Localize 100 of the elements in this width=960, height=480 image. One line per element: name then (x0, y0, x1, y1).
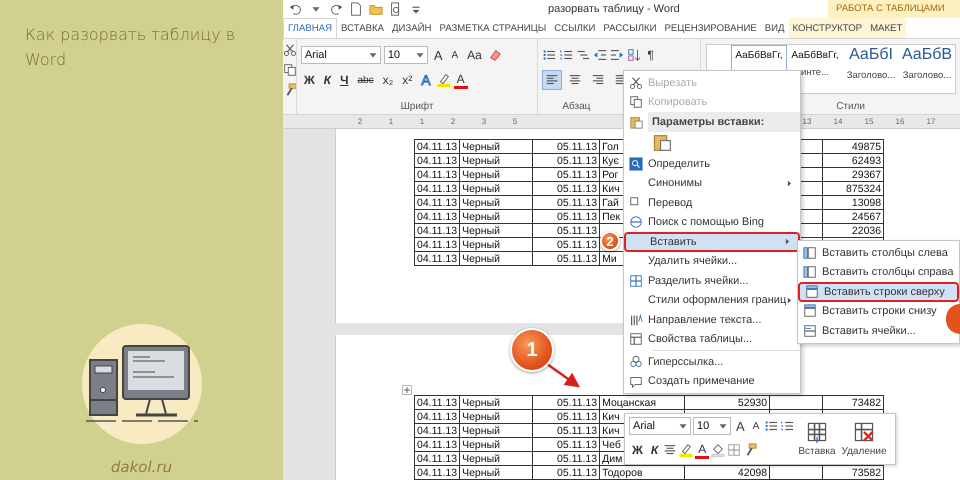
font-name-field[interactable]: Arial (300, 46, 381, 64)
menu-item[interactable]: Определить (624, 154, 800, 174)
clipboard-icon[interactable] (652, 132, 674, 154)
toolbar-button[interactable]: Удаление (840, 421, 889, 457)
name-cell: Кує (602, 154, 619, 166)
menu-item[interactable]: Вставить (624, 232, 800, 252)
menu-item[interactable]: Синонимы (624, 174, 800, 193)
align-left-icon (545, 73, 560, 87)
font-size-field[interactable]: 10 (693, 417, 731, 435)
numbering-icon[interactable] (559, 48, 574, 62)
text-effects-button[interactable]: A (418, 70, 434, 90)
superscript-button[interactable]: x² (399, 70, 416, 90)
font-name-field[interactable]: Arial (629, 417, 691, 435)
show-marks-button[interactable]: ¶ (644, 45, 657, 65)
menu-item[interactable]: Направление текста... (624, 310, 800, 330)
name-cell: Дим (602, 452, 622, 464)
ribbon-tab[interactable]: ГЛАВНАЯ (283, 18, 338, 38)
ruler-number: 5 (512, 117, 518, 126)
change-case-button[interactable]: Aa (464, 45, 485, 65)
date-cell: 04.11.13 (417, 154, 458, 166)
grow-font-button[interactable]: A (733, 416, 748, 436)
align-button[interactable] (542, 70, 562, 90)
indent-icon[interactable] (610, 48, 624, 62)
multilevel-icon[interactable] (576, 48, 590, 62)
menu-item[interactable]: Перевод (624, 193, 800, 212)
font-size-field[interactable]: 10 (384, 46, 428, 64)
date-cell: 05.11.13 (557, 252, 598, 264)
menu-item[interactable]: Гиперссылка... (624, 352, 800, 372)
menu-section-header: Параметры вставки: (648, 112, 800, 132)
table-delete-icon (853, 421, 876, 443)
grow-font-button[interactable]: A (430, 45, 446, 65)
subscript-button[interactable]: x₂ (380, 70, 396, 90)
menu-item[interactable]: Вставить строки сверху (798, 282, 959, 302)
underline-button[interactable]: Ч (337, 70, 352, 90)
strikethrough-button[interactable]: abc (354, 70, 377, 90)
submenu-arrow-icon (785, 296, 794, 305)
dictionary-search-icon (629, 156, 643, 171)
menu-item[interactable]: Вставить столбцы слева (798, 243, 959, 262)
number-cell: 29367 (852, 168, 882, 180)
name-cell: Гай (602, 196, 619, 208)
ruler-number: 1 (418, 117, 426, 126)
copy-icon[interactable] (283, 63, 296, 77)
align-right-icon (591, 73, 606, 87)
new-document-icon[interactable] (349, 2, 363, 16)
date-cell: 04.11.13 (417, 396, 458, 408)
ribbon-tab[interactable]: КОНСТРУКТОР (788, 18, 866, 38)
bullets-icon[interactable] (542, 48, 556, 62)
italic-button[interactable]: К (320, 70, 334, 90)
menu-item[interactable]: Стили оформления границ (624, 290, 800, 310)
bullets-icon[interactable] (764, 419, 778, 433)
folder-icon[interactable] (369, 2, 383, 16)
undo-icon[interactable] (289, 2, 303, 16)
scissors-icon[interactable] (283, 43, 296, 57)
group-label: Стили (836, 101, 865, 112)
bold-button[interactable]: Ж (300, 70, 318, 90)
redo-icon[interactable] (329, 2, 343, 16)
insert-column-icon (803, 265, 817, 280)
shrink-font-button[interactable]: A (448, 45, 462, 65)
submenu-arrow-icon (785, 178, 794, 188)
ruler-number: 13 (802, 117, 812, 126)
shrink-font-button[interactable]: A (750, 416, 762, 436)
name-cell: Кич (602, 410, 620, 422)
highlighter-icon[interactable] (436, 73, 451, 87)
date-cell: 04.11.13 (417, 168, 458, 180)
link-icon (629, 354, 643, 369)
date-cell: 04.11.13 (417, 140, 458, 152)
text-cell: Черный (462, 410, 500, 422)
paint-bucket-icon[interactable] (711, 443, 726, 457)
numbering-icon[interactable] (780, 419, 794, 433)
toolbar-button[interactable]: Вставка (796, 421, 838, 457)
highlighter-icon[interactable] (679, 443, 694, 457)
align-center-icon[interactable] (663, 443, 678, 457)
menu-item[interactable]: Разделить ячейки... (624, 271, 800, 290)
name-cell: Кич (602, 182, 620, 194)
ruler-number: 2 (356, 117, 364, 126)
menu-item[interactable]: Удалить ячейки... (624, 252, 800, 271)
align-center-icon (568, 73, 582, 87)
font-color-button[interactable]: A (454, 71, 468, 89)
eraser-icon[interactable] (488, 48, 502, 62)
sort-icon[interactable] (627, 48, 642, 62)
menu-item[interactable]: Создать примечание (624, 372, 800, 391)
number-cell: 24567 (852, 210, 882, 222)
name-cell: Чеб (602, 438, 621, 450)
move-handle-icon[interactable] (402, 385, 412, 395)
outdent-icon[interactable] (593, 48, 608, 62)
menu-item[interactable]: Вставить столбцы справа (798, 262, 959, 282)
number-cell: 13098 (852, 196, 882, 208)
font-color-button[interactable]: A (695, 441, 710, 459)
italic-button[interactable]: К (648, 440, 662, 460)
date-cell: 04.11.13 (417, 238, 458, 250)
date-cell: 05.11.13 (557, 452, 598, 464)
bold-button[interactable]: Ж (629, 440, 646, 460)
text-cell: Черный (462, 424, 500, 436)
ruler-number: 3 (480, 117, 488, 126)
ribbon-tab[interactable]: МАКЕТ (866, 18, 906, 38)
menu-item[interactable]: Свойства таблицы... (624, 330, 800, 349)
menu-item[interactable]: Поиск с помощью Bing (624, 212, 800, 232)
number-cell: 62493 (852, 154, 882, 166)
group-label: Абзац (562, 101, 590, 112)
ruler-number: 16 (895, 117, 905, 126)
